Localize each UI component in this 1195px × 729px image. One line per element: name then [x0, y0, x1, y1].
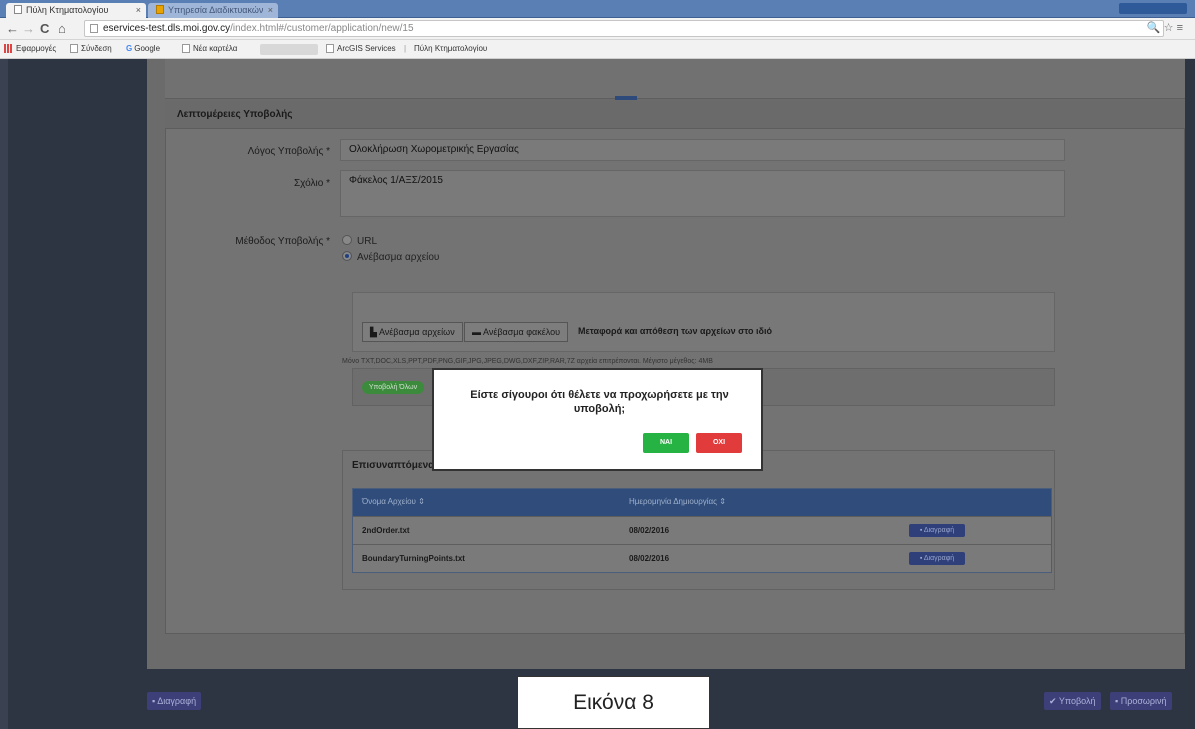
- bookmark-portal[interactable]: Πύλη Κτηματολογίου: [414, 43, 487, 55]
- confirm-message: Είστε σίγουροι ότι θέλετε να προχωρήσετε…: [470, 389, 729, 415]
- page-icon: [90, 24, 98, 33]
- cell-date: 08/02/2016: [629, 526, 670, 535]
- no-button[interactable]: ΟΧΙ: [696, 433, 742, 453]
- delete-application-button[interactable]: ▪ Διαγραφή: [147, 692, 202, 710]
- comment-label: Σχόλιο *: [293, 178, 330, 189]
- col-filename[interactable]: Όνομα Αρχείου ⇕: [362, 497, 425, 506]
- bookmark-apps[interactable]: Εφαρμογές: [4, 43, 56, 55]
- radio-url[interactable]: URL: [342, 235, 377, 247]
- save-icon: ▪: [1115, 696, 1119, 706]
- comment-textarea[interactable]: Φάκελος 1/ΑΞΣ/2015: [340, 170, 1065, 217]
- address-bar: ← → C ⌂ eservices-test.dls.moi.gov.cy/in…: [0, 18, 1195, 40]
- confirm-dialog: Είστε σίγουροι ότι θέλετε να προχωρήσετε…: [432, 368, 763, 471]
- bookmark-separator: |: [404, 44, 407, 53]
- bookmark-new-tab[interactable]: Νέα καρτέλα: [182, 43, 237, 55]
- trash-icon: ▪: [919, 555, 923, 562]
- trash-icon: ▪: [919, 527, 923, 534]
- window-controls[interactable]: [1119, 3, 1187, 14]
- page-icon: [70, 44, 78, 53]
- bookmark-arcgis[interactable]: ArcGIS Services: [326, 43, 396, 55]
- submit-button[interactable]: ✔ Υποβολή: [1044, 692, 1101, 710]
- row-delete-button[interactable]: ▪ Διαγραφή: [909, 524, 965, 537]
- table-row: BoundaryTurningPoints.txt 08/02/2016 ▪ Δ…: [353, 544, 1051, 572]
- table-header: Όνομα Αρχείου ⇕ Ημερομηνία Δημιουργίας ⇕: [353, 489, 1051, 516]
- bookmark-google[interactable]: G Google: [126, 43, 160, 55]
- reason-label: Λόγος Υποβολής *: [247, 146, 330, 157]
- file-icon: ▙: [370, 327, 377, 337]
- drag-drop-hint: Μεταφορά και απόθεση των αρχείων στο ιδι…: [578, 326, 772, 336]
- home-icon[interactable]: ⌂: [58, 21, 66, 37]
- files-table: Όνομα Αρχείου ⇕ Ημερομηνία Δημιουργίας ⇕…: [352, 488, 1052, 573]
- google-icon: G: [126, 44, 133, 53]
- forward-icon[interactable]: →: [22, 21, 35, 37]
- row-delete-button[interactable]: ▪ Διαγραφή: [909, 552, 965, 565]
- table-row: 2ndOrder.txt 08/02/2016 ▪ Διαγραφή: [353, 516, 1051, 544]
- radio-upload[interactable]: Ανέβασμα αρχείου: [342, 251, 439, 263]
- page-icon: [326, 44, 334, 53]
- bookmarks-bar: Εφαρμογές Σύνδεση G Google Νέα καρτέλα Ar…: [0, 40, 1195, 59]
- allowed-types-note: Μόνο TXT,DOC,XLS,PPT,PDF,PNG,GIF,JPG,JPE…: [342, 358, 713, 365]
- folder-icon: ▬: [472, 327, 481, 337]
- active-step-indicator: [615, 96, 637, 100]
- bookmark-star-icon[interactable]: 🔍 ☆ ≡: [1147, 21, 1183, 36]
- trash-icon: ▪: [152, 696, 156, 706]
- cell-filename: 2ndOrder.txt: [362, 526, 410, 535]
- back-icon[interactable]: ←: [6, 21, 19, 37]
- redacted-bookmark: [260, 44, 318, 55]
- wizard-steps: [165, 59, 1185, 99]
- panel-title: Λεπτομέρειες Υποβολής: [165, 101, 1185, 129]
- apps-icon: [4, 44, 13, 53]
- cell-filename: BoundaryTurningPoints.txt: [362, 554, 465, 563]
- bookmark-login[interactable]: Σύνδεση: [70, 43, 112, 55]
- uploaded-files-title: Επισυναπτόμενα: [352, 460, 435, 471]
- col-created[interactable]: Ημερομηνία Δημιουργίας ⇕: [629, 497, 726, 506]
- page-icon: [182, 44, 190, 53]
- upload-folder-button[interactable]: ▬ Ανέβασμα φακέλου: [464, 322, 569, 342]
- submit-all-button[interactable]: Υποβολή Όλων: [362, 381, 424, 394]
- tab-inactive[interactable]: Υπηρεσία Διαδικτυακών ×: [148, 3, 278, 18]
- tab-label: Υπηρεσία Διαδικτυακών: [168, 5, 264, 15]
- yes-button[interactable]: ΝΑΙ: [643, 433, 689, 453]
- method-label: Μέθοδος Υποβολής *: [235, 236, 330, 247]
- tab-label: Πύλη Κτηματολογίου: [26, 5, 109, 15]
- reason-field[interactable]: Ολοκλήρωση Χωρομετρικής Εργασίας: [340, 139, 1065, 161]
- figure-caption: Εικόνα 8: [517, 676, 710, 729]
- close-icon[interactable]: ×: [268, 3, 273, 18]
- upload-files-button[interactable]: ▙ Ανέβασμα αρχείων: [362, 322, 463, 342]
- url-input[interactable]: eservices-test.dls.moi.gov.cy/index.html…: [84, 20, 1183, 37]
- page-icon: [156, 5, 164, 14]
- tab-active[interactable]: Πύλη Κτηματολογίου ×: [6, 3, 146, 18]
- radio-icon: [342, 235, 352, 245]
- url-host: eservices-test.dls.moi.gov.cy: [103, 23, 231, 34]
- radio-checked-icon: [342, 251, 352, 261]
- reload-icon[interactable]: C: [40, 21, 49, 37]
- close-icon[interactable]: ×: [136, 3, 141, 18]
- save-draft-button[interactable]: ▪ Προσωρινή: [1110, 692, 1172, 710]
- url-path: /index.html#/customer/application/new/15: [230, 23, 414, 34]
- page-icon: [14, 5, 22, 14]
- cell-date: 08/02/2016: [629, 554, 670, 563]
- sidebar-strip: [0, 59, 8, 729]
- browser-tabbar: Πύλη Κτηματολογίου × Υπηρεσία Διαδικτυακ…: [0, 0, 1195, 18]
